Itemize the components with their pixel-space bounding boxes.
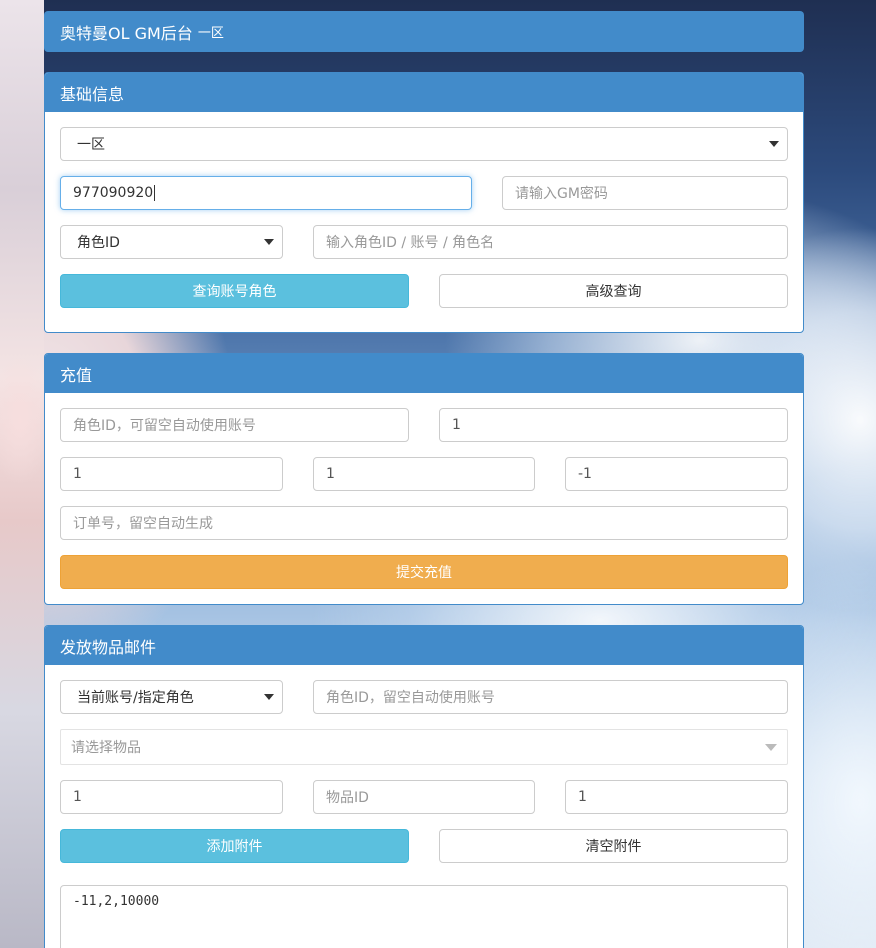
mail-role-id-input[interactable]: 角色ID，留空自动使用账号 (313, 680, 788, 714)
item-count-value: 1 (578, 789, 587, 805)
mail-target-value: 当前账号/指定角色 (77, 690, 194, 706)
clear-attachment-button[interactable]: 清空附件 (439, 829, 788, 863)
advanced-query-button[interactable]: 高级查询 (439, 274, 788, 308)
item-select[interactable]: 请选择物品 (60, 729, 788, 765)
item-count-input[interactable]: 1 (565, 780, 788, 814)
recharge-field-c-input[interactable]: -1 (565, 457, 788, 491)
server-select[interactable]: 一区 (60, 127, 788, 161)
recharge-field-b-input[interactable]: 1 (313, 457, 535, 491)
order-number-placeholder: 订单号，留空自动生成 (73, 516, 213, 532)
account-input-value: 977090920 (73, 185, 154, 201)
gm-password-placeholder: 请输入GM密码 (515, 186, 608, 202)
query-type-value: 角色ID (77, 235, 120, 251)
query-input[interactable]: 输入角色ID / 账号 / 角色名 (313, 225, 788, 259)
background-art-left (0, 0, 44, 948)
mail-role-id-placeholder: 角色ID，留空自动使用账号 (326, 690, 495, 706)
text-cursor (154, 185, 156, 201)
recharge-field-a-input[interactable]: 1 (60, 457, 283, 491)
page-title-bar: 奥特曼OL GM后台 一区 (44, 11, 804, 52)
gm-password-input[interactable]: 请输入GM密码 (502, 176, 788, 210)
mail-panel: 发放物品邮件 当前账号/指定角色 角色ID，留空自动使用账号 请选择物品 1 物… (44, 625, 804, 948)
recharge-amount-input[interactable]: 1 (439, 408, 788, 442)
recharge-role-id-input[interactable]: 角色ID，可留空自动使用账号 (60, 408, 409, 442)
query-placeholder: 输入角色ID / 账号 / 角色名 (326, 235, 495, 251)
submit-recharge-button[interactable]: 提交充值 (60, 555, 788, 589)
server-suffix: 一区 (197, 26, 224, 41)
recharge-panel: 充值 角色ID，可留空自动使用账号 1 1 1 -1 订单号，留空自动生成 提交… (44, 353, 804, 605)
item-id-input[interactable]: 物品ID (313, 780, 535, 814)
page-title: 奥特曼OL GM后台 (60, 23, 193, 43)
mail-target-select[interactable]: 当前账号/指定角色 (60, 680, 283, 714)
order-number-input[interactable]: 订单号，留空自动生成 (60, 506, 788, 540)
query-account-button[interactable]: 查询账号角色 (60, 274, 409, 308)
recharge-field-b-value: 1 (326, 466, 335, 482)
chevron-down-icon (264, 694, 274, 700)
chevron-down-icon (264, 239, 274, 245)
chevron-down-icon (769, 141, 779, 147)
account-input[interactable]: 977090920 (60, 176, 472, 210)
item-qty-input[interactable]: 1 (60, 780, 283, 814)
item-id-placeholder: 物品ID (326, 790, 369, 806)
chevron-down-icon (765, 743, 777, 751)
recharge-amount-value: 1 (452, 417, 461, 433)
main-container: 奥特曼OL GM后台 一区 基础信息 一区 977090920 请输入GM密码 (44, 11, 804, 948)
recharge-heading: 充值 (45, 354, 803, 393)
server-select-value: 一区 (77, 137, 105, 153)
attachments-text: -11,2,10000 (73, 894, 160, 909)
recharge-role-id-placeholder: 角色ID，可留空自动使用账号 (73, 418, 256, 434)
attachments-textarea[interactable]: -11,2,10000 (60, 885, 788, 948)
item-select-placeholder: 请选择物品 (71, 740, 141, 756)
mail-heading: 发放物品邮件 (45, 626, 803, 665)
add-attachment-button[interactable]: 添加附件 (60, 829, 409, 863)
recharge-field-a-value: 1 (73, 466, 82, 482)
recharge-field-c-value: -1 (578, 466, 592, 482)
query-type-select[interactable]: 角色ID (60, 225, 283, 259)
basic-info-panel: 基础信息 一区 977090920 请输入GM密码 角色ID 输入角色ID / … (44, 72, 804, 333)
item-qty-value: 1 (73, 789, 82, 805)
basic-info-heading: 基础信息 (45, 73, 803, 112)
